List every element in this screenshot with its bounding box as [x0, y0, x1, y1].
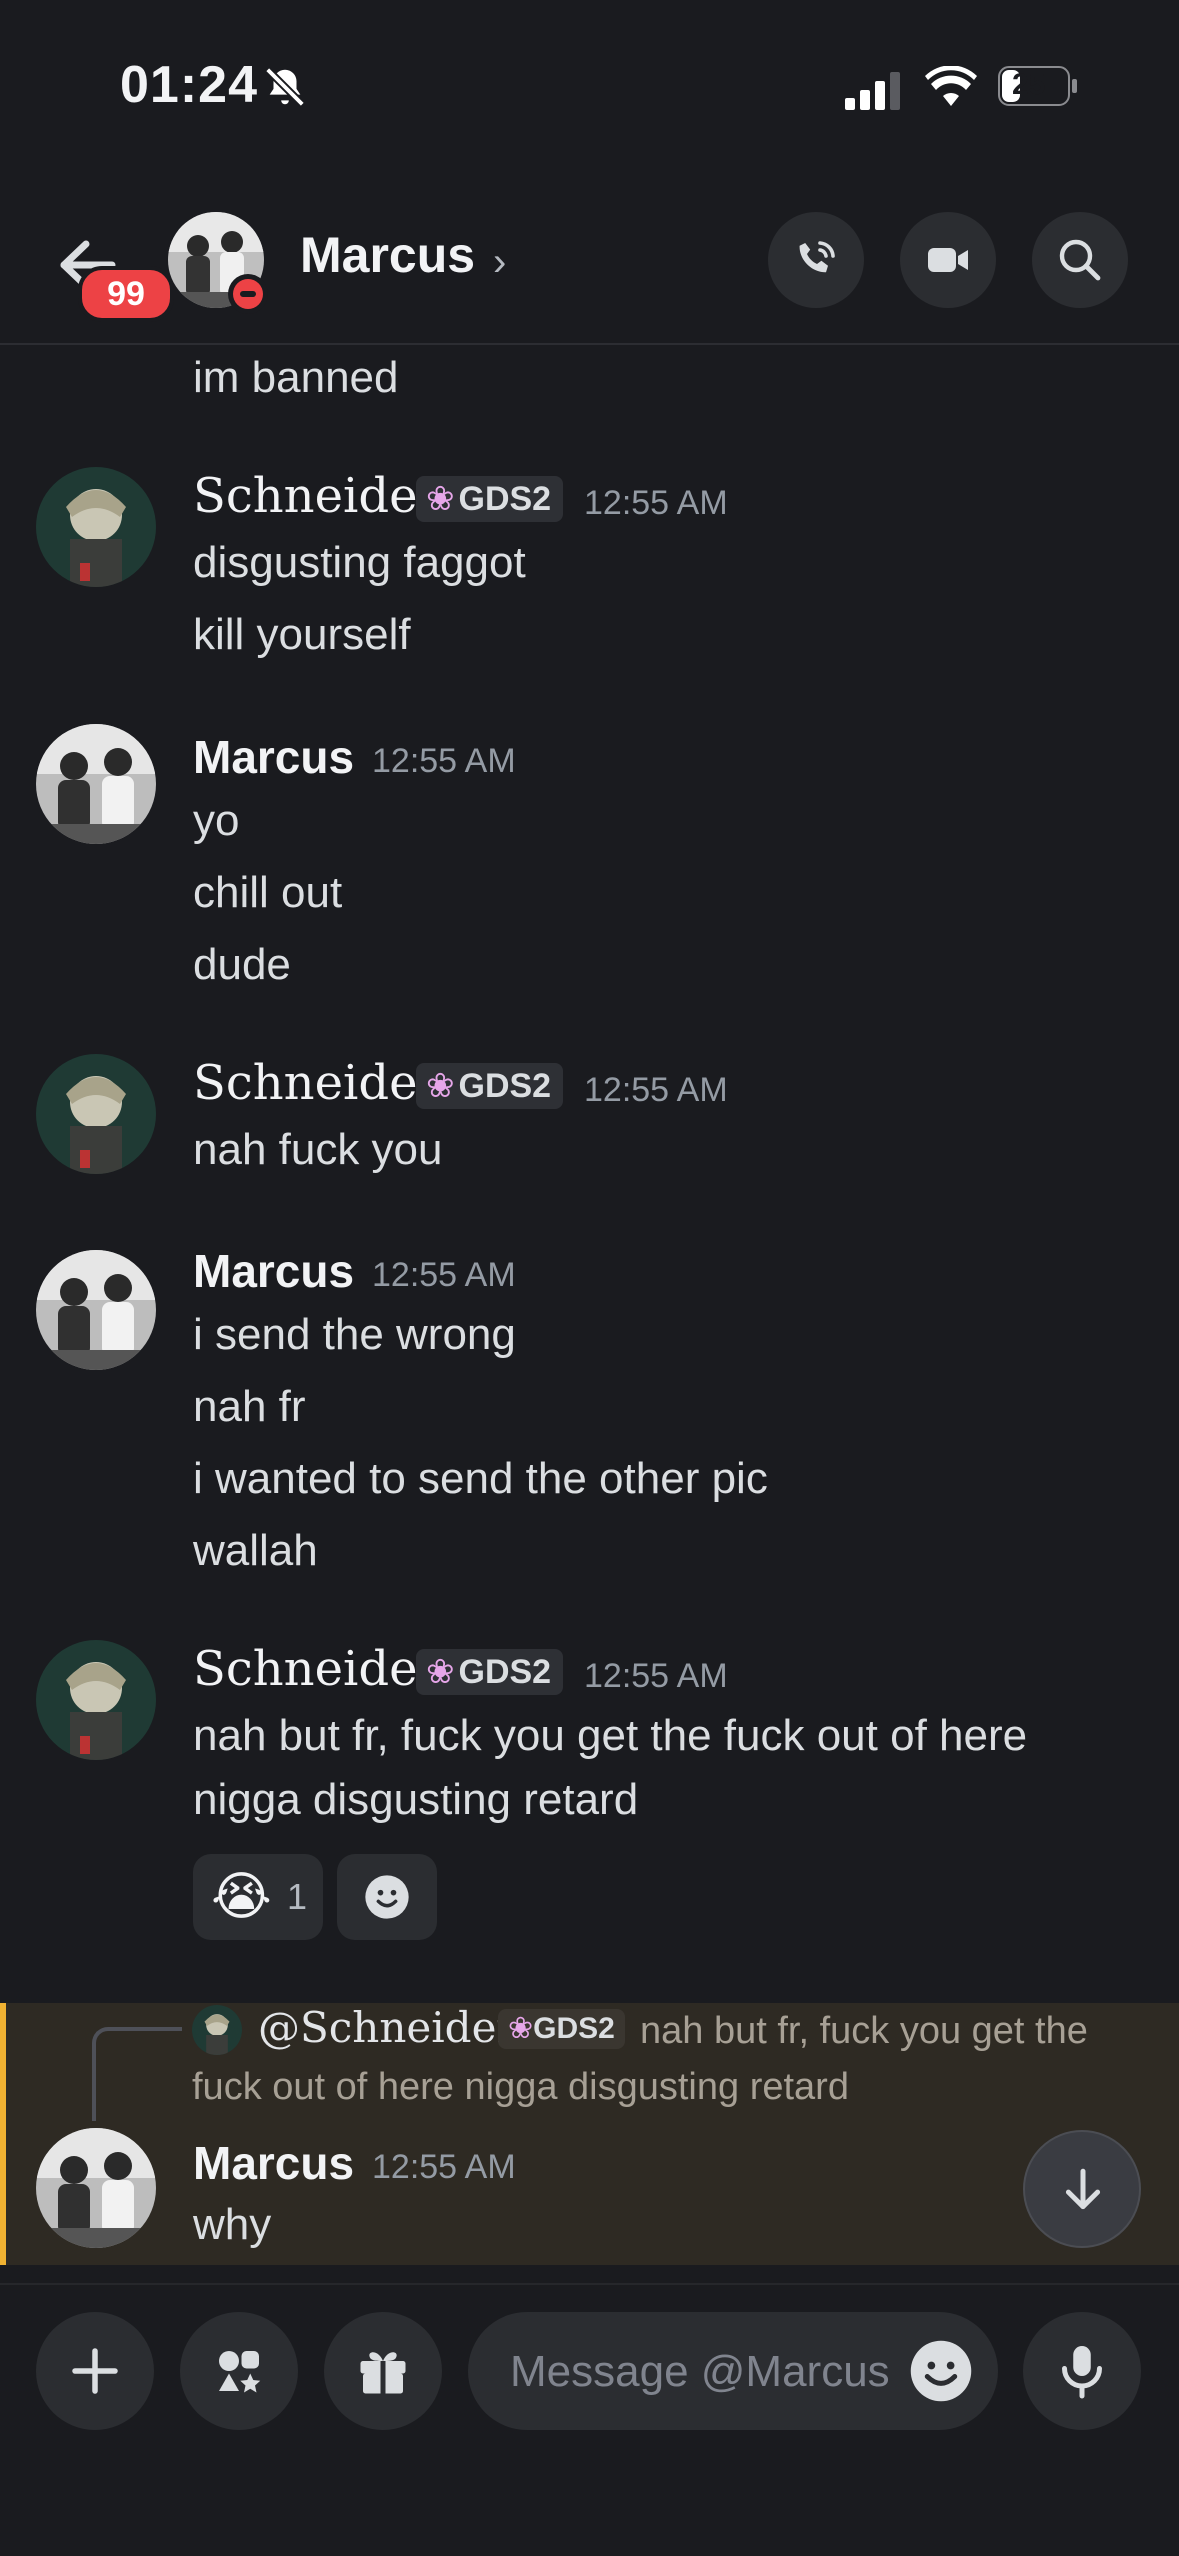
battery-level: 25	[1012, 68, 1046, 101]
reaction-chip[interactable]: 😭 1	[193, 1854, 323, 1940]
avatar[interactable]	[36, 1054, 156, 1174]
message-timestamp: 12:55 AM	[372, 2148, 516, 2186]
butterfly-icon: ❀	[508, 2012, 534, 2045]
message-text: why	[193, 2200, 272, 2249]
message-text: nah fr	[193, 1382, 306, 1431]
video-camera-icon	[928, 248, 968, 272]
message-text: dude	[193, 940, 291, 989]
reaction-emoji: 😭	[211, 1868, 272, 1926]
message-input-wrapper	[468, 2312, 998, 2430]
add-attachment-button[interactable]	[36, 2312, 154, 2430]
message-author[interactable]: Marcus	[193, 730, 354, 784]
emoji-icon[interactable]	[908, 2338, 974, 2404]
mention-highlight-bar	[0, 2003, 6, 2265]
wifi-icon	[925, 66, 977, 106]
guild-tag-label: GDS2	[458, 1067, 552, 1105]
message-text: im banned	[193, 353, 399, 402]
apps-icon	[219, 2351, 261, 2393]
message-author[interactable]: Schneider	[193, 1055, 440, 1111]
message-timestamp: 12:55 AM	[584, 1657, 728, 1695]
avatar[interactable]	[36, 467, 156, 587]
message-text: nah but fr, fuck you get the fuck out of…	[193, 1711, 1028, 1760]
message-text: disgusting faggot	[193, 538, 526, 587]
reply-guild-tag: ❀GDS2	[498, 2009, 625, 2049]
video-call-button[interactable]	[900, 212, 996, 308]
message-text: i send the wrong	[193, 1310, 516, 1359]
message-text: chill out	[193, 868, 343, 917]
reply-guild-tag-label: GDS2	[533, 2012, 615, 2045]
status-time: 01:24	[120, 56, 258, 114]
microphone-icon	[1062, 2346, 1102, 2399]
voice-call-button[interactable]	[768, 212, 864, 308]
message-text: nigga disgusting retard	[193, 1775, 639, 1824]
reaction-count: 1	[287, 1876, 308, 1917]
plus-icon	[72, 2348, 118, 2394]
header-divider	[0, 343, 1179, 345]
message-text: kill yourself	[193, 610, 411, 659]
reply-author[interactable]: @Schneider	[258, 2003, 517, 2052]
butterfly-icon: ❀	[426, 1067, 455, 1105]
message-text: i wanted to send the other pic	[193, 1454, 768, 1503]
avatar[interactable]	[36, 2128, 156, 2248]
arrow-down-icon	[1065, 2168, 1101, 2210]
status-bar: 01:24 25	[0, 0, 1179, 170]
guild-tag[interactable]: ❀ GDS2	[416, 476, 564, 522]
message-author[interactable]: Schneider	[193, 1641, 440, 1697]
guild-tag[interactable]: ❀ GDS2	[416, 1063, 564, 1109]
bell-muted-icon	[265, 67, 305, 107]
reply-connector	[92, 2027, 182, 2121]
message-timestamp: 12:55 AM	[584, 1071, 728, 1109]
message-author[interactable]: Marcus	[193, 2136, 354, 2190]
gift-icon	[360, 2352, 406, 2394]
smile-icon	[365, 1875, 409, 1919]
avatar[interactable]	[36, 1250, 156, 1370]
jump-to-present-button[interactable]	[1023, 2130, 1141, 2248]
guild-tag-label: GDS2	[458, 1653, 552, 1691]
search-icon	[1059, 239, 1101, 281]
message-text: wallah	[193, 1526, 318, 1575]
channel-header: 99 Marcus ›	[0, 190, 1179, 344]
voice-message-button[interactable]	[1023, 2312, 1141, 2430]
message-timestamp: 12:55 AM	[584, 484, 728, 522]
dnd-status-icon	[228, 274, 268, 314]
guild-tag[interactable]: ❀ GDS2	[416, 1649, 564, 1695]
phone-call-icon	[799, 241, 835, 273]
unread-badge: 99	[78, 266, 174, 322]
reply-avatar[interactable]	[192, 2005, 242, 2055]
apps-button[interactable]	[180, 2312, 298, 2430]
message-text: nah fuck you	[193, 1125, 443, 1174]
cellular-signal-icon	[845, 72, 900, 110]
search-button[interactable]	[1032, 212, 1128, 308]
avatar[interactable]	[36, 1640, 156, 1760]
gift-button[interactable]	[324, 2312, 442, 2430]
page-title[interactable]: Marcus	[300, 226, 475, 284]
message-timestamp: 12:55 AM	[372, 1256, 516, 1294]
add-reaction-button[interactable]	[337, 1854, 437, 1940]
butterfly-icon: ❀	[426, 480, 455, 518]
reply-preview-text[interactable]: fuck out of here nigga disgusting retard	[192, 2066, 849, 2109]
message-author[interactable]: Marcus	[193, 1244, 354, 1298]
avatar[interactable]	[36, 724, 156, 844]
battery-icon: 25	[998, 66, 1078, 106]
message-text: yo	[193, 796, 240, 845]
message-input[interactable]	[508, 2336, 902, 2408]
butterfly-icon: ❀	[426, 1653, 455, 1691]
chevron-right-icon[interactable]: ›	[493, 240, 506, 285]
message-author[interactable]: Schneider	[193, 468, 440, 524]
guild-tag-label: GDS2	[458, 480, 552, 518]
reply-preview-text[interactable]: nah but fr, fuck you get the	[640, 2010, 1088, 2053]
message-timestamp: 12:55 AM	[372, 742, 516, 780]
